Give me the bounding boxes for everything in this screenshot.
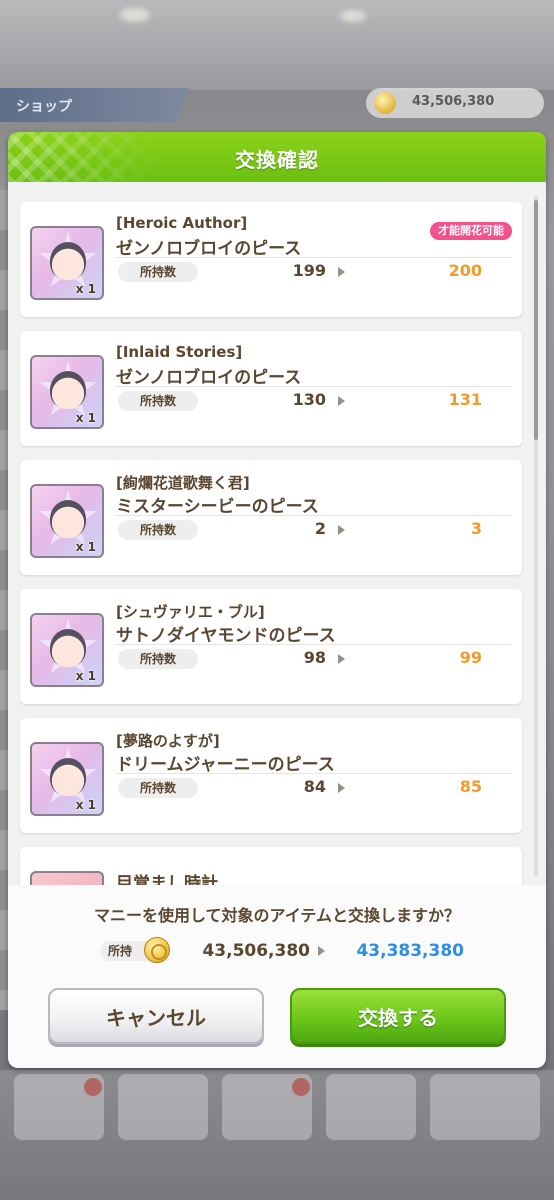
item-name: サトノダイヤモンドのピース [116,626,336,646]
item-name: 目覚まし時計 [116,874,218,885]
confirm-message: マニーを使用して対象のアイテムと交換しますか？ [94,906,460,925]
owned-label: 所持数 [118,520,198,540]
character-portrait [50,500,86,538]
character-piece-icon: x 1 [30,226,104,300]
arrow-right-icon [338,654,345,664]
item-title-tag: [絢爛花道歌舞く君] [116,474,250,492]
ceiling-light [340,10,366,22]
arrow-right-icon [338,525,345,535]
exchange-confirm-dialog: 交換確認 x 1 [Heroic Author] ゼンノロブロイのピース 才能開… [8,132,546,1068]
item-title-tag: [Inlaid Stories] [116,343,243,361]
money-display: 43,506,380 [366,88,544,118]
notification-dot [292,1078,310,1096]
character-portrait [50,629,86,667]
owned-label: 所持数 [118,778,198,798]
owned-count-after: 99 [459,648,482,667]
money-value: 43,506,380 [412,94,495,109]
list-item: x 1 [シュヴァリエ・ブル] サトノダイヤモンドのピース 所持数 98 99 [20,589,522,704]
nav-item [118,1074,208,1140]
owned-label: 所持数 [118,391,198,411]
character-piece-icon: x 1 [30,742,104,816]
item-quantity: x 1 [75,669,96,683]
arrow-right-icon [338,783,345,793]
owned-count-after: 85 [459,777,482,796]
item-name: ドリームジャーニーのピース [116,755,335,775]
owned-count-after: 3 [470,519,482,538]
item-title-tag: [夢路のよすが] [116,732,220,750]
owned-count-before: 84 [303,777,326,796]
list-item: x 1 [Inlaid Stories] ゼンノロブロイのピース 所持数 130… [20,331,522,446]
arrow-right-icon [338,267,345,277]
item-quantity: x 1 [75,282,96,296]
list-item: x 1 [絢爛花道歌舞く君] ミスターシービーのピース 所持数 2 3 [20,460,522,575]
nav-item [430,1074,540,1140]
item-name: ゼンノロブロイのピース [116,368,302,388]
item-quantity: x 1 [75,540,96,554]
item-title-tag: [シュヴァリエ・ブル] [116,603,265,621]
background-ceiling [0,0,554,90]
character-portrait [50,242,86,280]
cancel-button[interactable]: キャンセル [48,988,264,1044]
owned-label: 所持数 [118,262,198,282]
list-item: 目覚まし時計 [20,847,522,885]
divider [116,257,512,258]
arrow-right-icon [338,396,345,406]
ceiling-light [120,8,150,22]
item-title-tag: [Heroic Author] [116,214,248,232]
item-list[interactable]: x 1 [Heroic Author] ゼンノロブロイのピース 才能開花可能 所… [8,182,546,885]
character-portrait [50,371,86,409]
divider [116,644,512,645]
item-name: ゼンノロブロイのピース [116,239,302,259]
owned-count-before: 199 [292,261,326,280]
owned-label: 所持数 [118,649,198,669]
character-piece-icon: x 1 [30,613,104,687]
exchange-button[interactable]: 交換する [290,988,506,1044]
character-piece-icon: x 1 [30,355,104,429]
money-after: 43,383,380 [356,941,464,961]
owned-count-before: 2 [314,519,326,538]
nav-item [326,1074,416,1140]
owned-count-before: 98 [303,648,326,667]
character-piece-icon: x 1 [30,484,104,558]
character-portrait [50,758,86,796]
item-quantity: x 1 [75,798,96,812]
divider [116,386,512,387]
divider [116,773,512,774]
divider [116,515,512,516]
background-shelf [0,190,8,1010]
list-item: x 1 [Heroic Author] ゼンノロブロイのピース 才能開花可能 所… [20,202,522,317]
dialog-header: 交換確認 [8,132,546,182]
list-item: x 1 [夢路のよすが] ドリームジャーニーのピース 所持数 84 85 [20,718,522,833]
coin-icon [374,92,396,114]
shop-title: ショップ [0,88,190,122]
notification-dot [84,1078,102,1096]
coin-icon [144,937,170,963]
arrow-right-icon [318,946,325,956]
alarm-clock-item-icon [30,871,104,885]
owned-count-after: 131 [448,390,482,409]
item-quantity: x 1 [75,411,96,425]
talent-bloom-badge: 才能開花可能 [430,222,512,240]
money-before: 43,506,380 [202,941,310,961]
owned-count-after: 200 [448,261,482,280]
owned-count-before: 130 [292,390,326,409]
item-name: ミスターシービーのピース [116,497,319,517]
list-scrollbar-thumb[interactable] [534,200,538,440]
dialog-title: 交換確認 [235,148,319,172]
